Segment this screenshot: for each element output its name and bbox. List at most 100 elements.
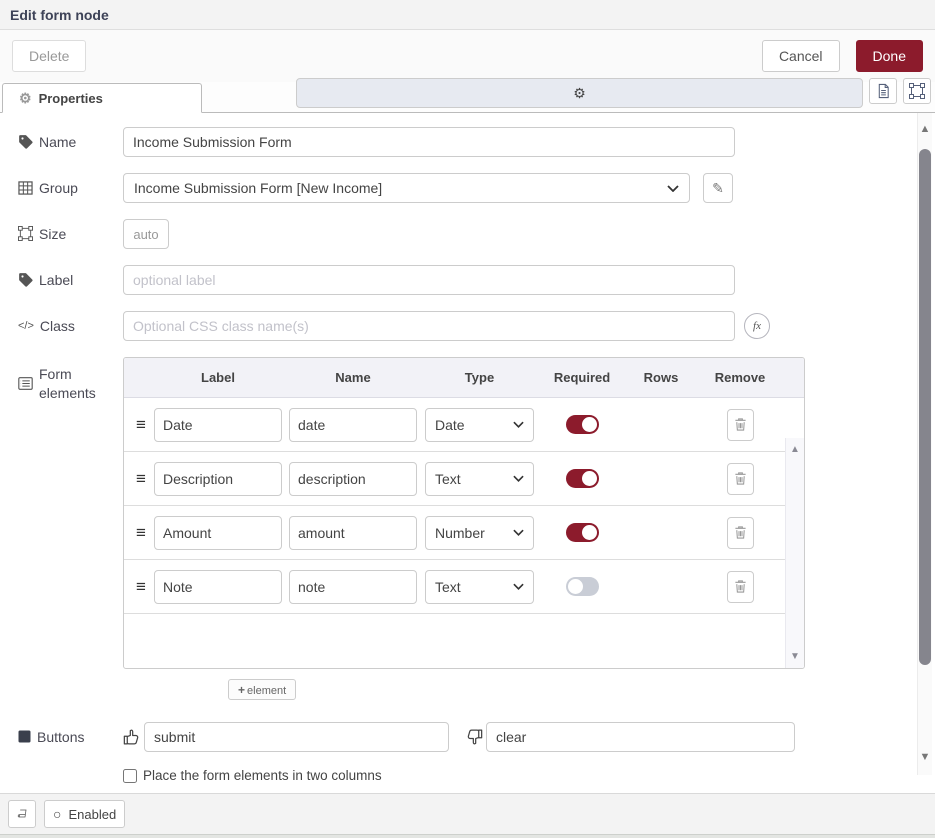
class-row: </> Class fx: [0, 311, 935, 341]
required-toggle[interactable]: [566, 415, 599, 434]
element-type-select[interactable]: Date: [425, 408, 534, 442]
buttons-label: Buttons: [18, 728, 123, 747]
fx-icon: fx: [753, 320, 761, 332]
col-header-rows: Rows: [630, 370, 692, 385]
scrollbar-thumb[interactable]: [919, 149, 931, 665]
remove-element-button[interactable]: [727, 571, 754, 603]
enabled-toggle-button[interactable]: ○ Enabled: [44, 800, 125, 828]
properties-panel: Name Group Income Submission Form [New I…: [0, 113, 935, 793]
two-columns-checkbox[interactable]: [123, 769, 137, 783]
element-label-input[interactable]: [154, 408, 282, 442]
trash-icon: [734, 471, 747, 486]
dialog-toolbar: Delete Cancel Done: [0, 30, 935, 82]
main-scrollbar[interactable]: ▲ ▼: [917, 113, 932, 775]
element-name-input[interactable]: [289, 570, 417, 604]
trash-icon: [734, 525, 747, 540]
group-label: Group: [18, 179, 123, 198]
scroll-down-icon[interactable]: ▼: [790, 651, 800, 662]
scroll-up-icon[interactable]: ▲: [918, 123, 932, 135]
size-auto-button[interactable]: auto: [123, 219, 169, 249]
drag-handle-icon[interactable]: ≡: [128, 469, 154, 489]
docs-button[interactable]: [8, 800, 36, 828]
two-columns-label: Place the form elements in two columns: [143, 768, 382, 783]
edit-form-node-dialog: Edit form node Delete Cancel Done ⚙ Prop…: [0, 0, 935, 838]
tab-properties[interactable]: ⚙ Properties: [2, 83, 202, 113]
class-expression-button[interactable]: fx: [744, 313, 770, 339]
tab-properties-label: Properties: [39, 91, 103, 106]
chevron-down-icon: [513, 583, 524, 590]
element-name-input[interactable]: [289, 516, 417, 550]
form-elements-label-text: Form elements: [39, 365, 101, 403]
list-alt-icon: [18, 377, 33, 390]
required-toggle[interactable]: [566, 469, 599, 488]
clear-button-input[interactable]: [486, 722, 795, 752]
drag-handle-icon[interactable]: ≡: [128, 577, 154, 597]
gear-icon: ⚙: [19, 91, 32, 105]
dialog-title: Edit form node: [10, 7, 109, 23]
gear-icon: ⚙: [573, 85, 586, 102]
remove-element-button[interactable]: [727, 517, 754, 549]
done-button[interactable]: Done: [856, 40, 923, 72]
tab-description-icon-button[interactable]: [869, 78, 897, 104]
form-elements-table: Label Name Type Required Rows Remove ≡: [123, 357, 805, 669]
group-label-text: Group: [39, 179, 78, 198]
col-header-name: Name: [289, 370, 417, 385]
toggle-knob: [582, 417, 597, 432]
form-elements-label: Form elements: [18, 357, 123, 403]
submit-button-input[interactable]: [144, 722, 449, 752]
add-element-label: element: [247, 685, 286, 697]
chevron-down-icon: [513, 529, 524, 536]
scroll-down-icon[interactable]: ▼: [918, 751, 932, 763]
class-label: </> Class: [18, 317, 123, 336]
delete-button[interactable]: Delete: [12, 40, 86, 72]
element-type-value: Date: [435, 417, 465, 433]
table-row-description: ≡ Text: [124, 452, 804, 506]
object-group-icon: [909, 83, 925, 99]
edit-group-button[interactable]: ✎: [703, 173, 733, 203]
two-columns-row: Place the form elements in two columns: [0, 768, 935, 783]
required-toggle[interactable]: [566, 523, 599, 542]
tab-properties-icon-button[interactable]: ⚙: [296, 78, 863, 108]
remove-element-button[interactable]: [727, 463, 754, 495]
bottom-edge: [0, 834, 935, 838]
remove-element-button[interactable]: [727, 409, 754, 441]
name-input[interactable]: [123, 127, 735, 157]
col-header-required: Required: [534, 370, 630, 385]
element-name-input[interactable]: [289, 408, 417, 442]
class-input[interactable]: [123, 311, 735, 341]
label-row: Label: [0, 265, 935, 295]
element-type-value: Text: [435, 471, 461, 487]
toggle-knob: [582, 471, 597, 486]
element-label-input[interactable]: [154, 462, 282, 496]
chevron-down-icon: [513, 421, 524, 428]
size-label-text: Size: [39, 225, 66, 244]
chevron-down-icon: [513, 475, 524, 482]
cancel-button[interactable]: Cancel: [762, 40, 840, 72]
dialog-header: Edit form node: [0, 0, 935, 30]
radio-circle-icon: ○: [53, 807, 61, 821]
add-element-button[interactable]: +element: [228, 679, 296, 700]
tab-appearance-icon-button[interactable]: [903, 78, 931, 104]
drag-handle-icon[interactable]: ≡: [128, 523, 154, 543]
label-input[interactable]: [123, 265, 735, 295]
drag-handle-icon[interactable]: ≡: [128, 415, 154, 435]
element-name-input[interactable]: [289, 462, 417, 496]
size-row: Size auto: [0, 219, 935, 249]
element-label-input[interactable]: [154, 570, 282, 604]
element-type-select[interactable]: Text: [425, 462, 534, 496]
table-scrollbar[interactable]: ▲ ▼: [785, 438, 804, 668]
required-toggle[interactable]: [566, 577, 599, 596]
group-select[interactable]: Income Submission Form [New Income]: [123, 173, 690, 203]
tab-icon-buttons: ⚙: [296, 78, 931, 108]
element-type-select[interactable]: Number: [425, 516, 534, 550]
plus-icon: +: [238, 683, 245, 697]
table-row-note: ≡ Text: [124, 560, 804, 614]
object-group-icon: [18, 226, 33, 241]
scroll-up-icon[interactable]: ▲: [790, 444, 800, 455]
group-select-value: Income Submission Form [New Income]: [134, 180, 382, 196]
tab-bar: ⚙ Properties ⚙: [0, 82, 935, 113]
square-icon: [18, 730, 31, 743]
element-type-select[interactable]: Text: [425, 570, 534, 604]
toolbar-right: Cancel Done: [762, 40, 923, 72]
element-label-input[interactable]: [154, 516, 282, 550]
